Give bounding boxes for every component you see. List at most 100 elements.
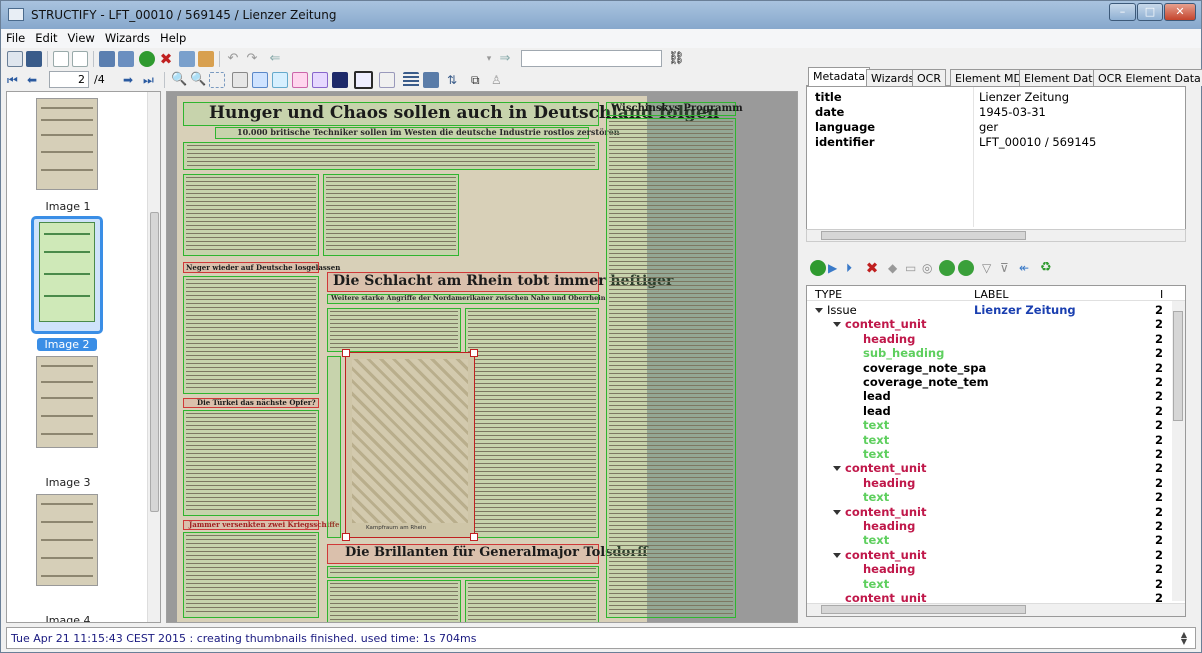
menu-file[interactable]: File — [1, 29, 30, 45]
tree-hscrollbar[interactable] — [807, 603, 1185, 616]
scroll-thumb[interactable] — [821, 605, 1026, 614]
resize-handle[interactable] — [470, 349, 478, 357]
search-input[interactable] — [521, 50, 662, 67]
move-up-icon[interactable] — [939, 260, 955, 276]
region-violet-icon[interactable] — [312, 72, 328, 88]
person-icon[interactable]: ♙ — [491, 72, 507, 88]
metadata-value[interactable]: ger — [979, 120, 998, 134]
scroll-thumb[interactable] — [1173, 311, 1183, 421]
tab-ocr[interactable]: OCR — [912, 69, 946, 86]
metadata-row[interactable]: date 1945-03-31 — [807, 105, 1185, 119]
tree-row[interactable]: text 2 — [807, 490, 1170, 504]
region-grey-icon[interactable] — [232, 72, 248, 88]
new-icon[interactable] — [7, 51, 23, 67]
diamond-icon[interactable]: ◆ — [888, 260, 904, 276]
list-icon[interactable] — [403, 72, 419, 88]
region-text[interactable] — [327, 356, 341, 538]
tree-row[interactable]: text 2 — [807, 533, 1170, 547]
tree-row[interactable]: heading 2 — [807, 562, 1170, 576]
column-header-type[interactable]: TYPE — [815, 288, 842, 301]
metadata-value[interactable]: 1945-03-31 — [979, 105, 1046, 119]
metadata-row[interactable]: identifier LFT_00010 / 569145 — [807, 135, 1185, 149]
tab-element-md[interactable]: Element MD — [950, 69, 1027, 86]
region-pink-icon[interactable] — [292, 72, 308, 88]
redo-icon[interactable]: ↷ — [244, 51, 260, 67]
copy-icon[interactable] — [99, 51, 115, 67]
tree-row[interactable]: heading 2 — [807, 519, 1170, 533]
tree-row[interactable]: heading 2 — [807, 476, 1170, 490]
close-button[interactable]: ✕ — [1164, 3, 1196, 21]
tree-row[interactable]: text 2 — [807, 418, 1170, 432]
image-viewer[interactable]: Hunger und Chaos sollen auch in Deutschl… — [166, 91, 798, 623]
delete-icon[interactable]: ✖ — [158, 51, 174, 67]
filter-icon[interactable]: ▽ — [982, 260, 998, 276]
expand-icon[interactable] — [833, 466, 841, 472]
save-icon[interactable] — [26, 51, 42, 67]
tab-ocr-element-data[interactable]: OCR Element Data — [1093, 69, 1202, 86]
thumbnail-4[interactable]: Image 4 — [7, 492, 145, 622]
expand-icon[interactable] — [833, 552, 841, 558]
resize-handle[interactable] — [342, 533, 350, 541]
table-icon[interactable] — [423, 72, 439, 88]
sort-icon[interactable]: ⇅ — [447, 72, 463, 88]
undo-icon[interactable]: ↶ — [225, 51, 241, 67]
last-page-icon[interactable]: ⏭ — [143, 72, 159, 88]
arrow-icon[interactable]: ↞ — [1019, 260, 1035, 276]
tree-row[interactable]: sub_heading 2 — [807, 346, 1170, 360]
tree-row[interactable]: lead 2 — [807, 389, 1170, 403]
dropdown-icon[interactable]: ▾ — [481, 51, 497, 67]
play-icon[interactable]: ▶ — [828, 260, 844, 276]
menu-view[interactable]: View — [63, 29, 100, 45]
disc-icon[interactable]: ◎ — [922, 260, 938, 276]
next-page-icon[interactable]: ➡ — [123, 72, 139, 88]
minimize-button[interactable]: – — [1109, 3, 1136, 21]
resize-handle[interactable] — [470, 533, 478, 541]
resize-handle[interactable] — [342, 349, 350, 357]
back-icon[interactable]: ⇐ — [267, 51, 283, 67]
filter-clear-icon[interactable]: ⊽ — [1000, 260, 1016, 276]
tree-row[interactable]: content_unit 2 — [807, 548, 1170, 562]
menu-edit[interactable]: Edit — [30, 29, 62, 45]
region-select-icon[interactable] — [354, 71, 373, 89]
refresh-icon[interactable]: ♻ — [1040, 260, 1056, 276]
forward-icon[interactable]: ⇒ — [497, 51, 513, 67]
move-down-icon[interactable] — [958, 260, 974, 276]
tree-row[interactable]: Issue Lienzer Zeitung 2 — [807, 303, 1170, 317]
tree-row[interactable]: text 2 — [807, 577, 1170, 591]
play-add-icon[interactable]: ⏵ — [846, 260, 862, 276]
thumbnail-2[interactable]: Image 2 — [7, 214, 145, 351]
column-header-label[interactable]: LABEL — [974, 288, 1009, 301]
undo-doc-icon[interactable] — [53, 51, 69, 67]
grid-icon[interactable] — [379, 72, 395, 88]
tree-row[interactable]: content_unit 2 — [807, 461, 1170, 475]
fit-icon[interactable] — [209, 72, 225, 88]
region-lightblue-icon[interactable] — [272, 72, 288, 88]
thumbnail-1[interactable]: Image 1 — [7, 92, 145, 214]
tree-vscrollbar[interactable] — [1172, 301, 1185, 601]
expand-icon[interactable] — [833, 322, 841, 328]
tree-row[interactable]: lead 2 — [807, 404, 1170, 418]
expand-icon[interactable] — [833, 509, 841, 515]
menu-help[interactable]: Help — [155, 29, 191, 45]
page-number-input[interactable] — [49, 71, 89, 88]
metadata-value[interactable]: Lienzer Zeitung — [979, 90, 1069, 104]
tree-row[interactable]: heading 2 — [807, 332, 1170, 346]
tree-row[interactable]: content_unit 2 — [807, 317, 1170, 331]
cut-icon[interactable] — [179, 51, 195, 67]
binoculars-icon[interactable]: ⛓ — [668, 51, 685, 67]
column-header-index[interactable]: I — [1160, 288, 1163, 301]
region-dark-icon[interactable] — [332, 72, 348, 88]
zoom-out-icon[interactable]: 🔍 — [190, 72, 206, 88]
add-icon[interactable] — [810, 260, 826, 276]
tab-element-data[interactable]: Element Data — [1019, 69, 1105, 86]
link-icon[interactable]: ⧉ — [471, 72, 487, 88]
region-blue-icon[interactable] — [252, 72, 268, 88]
delete-icon[interactable]: ✖ — [864, 260, 880, 276]
tree-row[interactable]: coverage_note_spa 2 — [807, 361, 1170, 375]
region-illustration-selected[interactable]: Kampfraum am Rhein — [342, 349, 478, 541]
paste-icon[interactable] — [118, 51, 134, 67]
metadata-value[interactable]: LFT_00010 / 569145 — [979, 135, 1096, 149]
first-page-icon[interactable]: ⏮ — [7, 72, 23, 88]
edit-icon[interactable] — [198, 51, 214, 67]
menu-wizards[interactable]: Wizards — [100, 29, 155, 45]
